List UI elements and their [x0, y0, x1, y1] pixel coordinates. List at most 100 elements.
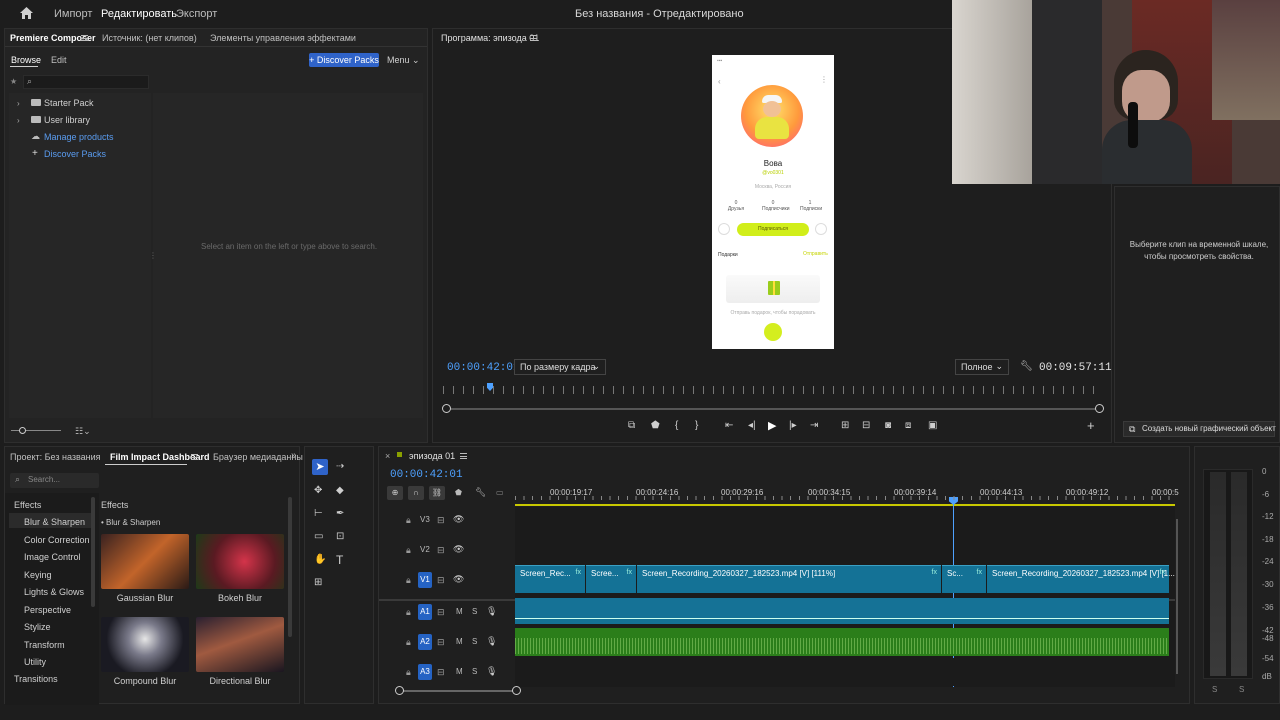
- view-options-icon[interactable]: ☷⌄: [75, 426, 91, 437]
- category-transitions[interactable]: Transitions: [14, 674, 58, 684]
- category-lights-glows[interactable]: Lights & Glows: [24, 587, 84, 597]
- step-back-icon[interactable]: ◂|: [748, 420, 756, 431]
- solo-button[interactable]: S: [472, 637, 477, 646]
- track-label-a1[interactable]: A1: [418, 604, 432, 620]
- fit-select[interactable]: По размеру кадра ⌄: [514, 359, 606, 375]
- menu-button[interactable]: Menu ⌄: [387, 55, 420, 66]
- hand-tool-icon[interactable]: ✋: [314, 554, 326, 565]
- track-label-v3[interactable]: V3: [420, 515, 430, 524]
- marker-icon[interactable]: ⬟: [651, 420, 660, 431]
- hscroll-handle-left[interactable]: [395, 686, 404, 695]
- category-scrollbar[interactable]: [91, 497, 95, 607]
- mute-button[interactable]: M: [456, 667, 463, 676]
- zoom-slider-handle[interactable]: [19, 427, 26, 434]
- close-tab-icon[interactable]: ×: [385, 451, 390, 461]
- tree-starter-pack[interactable]: Starter Pack: [44, 98, 94, 108]
- timeline-hscroll[interactable]: [399, 690, 517, 692]
- hscroll-handle-right[interactable]: [512, 686, 521, 695]
- video-clip[interactable]: Screen_Recording_20260327_182523.mp4 [V]…: [987, 565, 1175, 593]
- type-tool-icon[interactable]: T: [336, 553, 343, 567]
- tab-effect-controls[interactable]: Элементы управления эффектами: [210, 33, 356, 43]
- category-perspective[interactable]: Perspective: [24, 605, 71, 615]
- tab-browse[interactable]: Browse: [11, 55, 41, 65]
- razor-tool-icon[interactable]: ◆: [336, 485, 344, 496]
- step-forward-icon[interactable]: |▸: [789, 420, 797, 431]
- home-icon[interactable]: [20, 7, 33, 19]
- lock-icon[interactable]: 🔒︎: [406, 637, 411, 648]
- microphone-icon[interactable]: 🎙︎: [486, 636, 497, 647]
- program-scrollbar[interactable]: [447, 408, 1099, 410]
- tab-project[interactable]: Проект: Без названия: [10, 452, 101, 462]
- category-color-correction[interactable]: Color Correction: [24, 535, 90, 545]
- create-graphic-button[interactable]: ⧉ Создать новый графический объект: [1123, 421, 1276, 437]
- go-to-out-icon[interactable]: ⇥: [810, 420, 818, 431]
- program-tab[interactable]: Программа: эпизода 01: [441, 33, 539, 43]
- nest-icon[interactable]: ⊕: [387, 486, 403, 500]
- mute-button[interactable]: M: [456, 637, 463, 646]
- video-clip[interactable]: Sc... fx: [942, 565, 986, 593]
- tree-manage-products[interactable]: Manage products: [44, 132, 114, 142]
- video-clip[interactable]: Screen_Recording_20260327_182523.mp4 [V]…: [637, 565, 941, 593]
- tree-user-library[interactable]: User library: [44, 115, 90, 125]
- audio-clip-a1[interactable]: [515, 598, 1169, 624]
- chevron-right-icon[interactable]: ›: [17, 99, 20, 108]
- program-timecode[interactable]: 00:00:42:01: [447, 362, 520, 374]
- menu-edit[interactable]: Редактировать: [101, 8, 177, 20]
- thumb-gaussian-blur[interactable]: [101, 534, 189, 589]
- search-input[interactable]: ⌕: [23, 75, 149, 89]
- panel-menu-icon[interactable]: [81, 35, 88, 41]
- thumb-compound-blur[interactable]: [101, 617, 189, 672]
- play-icon[interactable]: ▶: [768, 419, 776, 432]
- category-image-control[interactable]: Image Control: [24, 552, 81, 562]
- rectangle-tool-icon[interactable]: ▭: [314, 531, 323, 542]
- tree-discover-packs[interactable]: Discover Packs: [44, 149, 106, 159]
- category-transform[interactable]: Transform: [24, 640, 65, 650]
- go-to-in-icon[interactable]: ⇤: [725, 420, 733, 431]
- panel-menu-icon[interactable]: [191, 454, 198, 460]
- discover-packs-button[interactable]: + Discover Packs: [309, 53, 379, 67]
- extract-icon[interactable]: ⊟: [862, 420, 870, 431]
- lock-icon[interactable]: 🔒︎: [406, 667, 411, 678]
- category-utility[interactable]: Utility: [24, 657, 46, 667]
- chevron-right-icon[interactable]: ›: [17, 116, 20, 125]
- effects-search-input[interactable]: ⌕ Search...: [10, 473, 99, 488]
- tab-media-browser[interactable]: Браузер медиаданны: [213, 452, 303, 462]
- captions-tool-icon[interactable]: ⊞: [314, 577, 322, 588]
- crop-tool-icon[interactable]: ⊡: [336, 531, 344, 542]
- scroll-handle-left[interactable]: [442, 404, 451, 413]
- category-blur-sharpen[interactable]: Blur & Sharpen: [24, 517, 85, 527]
- sync-lock-icon[interactable]: ⊟: [437, 637, 445, 648]
- category-effects[interactable]: Effects: [14, 500, 41, 510]
- settings-wrench-icon[interactable]: 🔧︎: [475, 487, 486, 498]
- mute-button[interactable]: M: [456, 607, 463, 616]
- microphone-icon[interactable]: 🎙︎: [486, 666, 497, 677]
- tab-edit[interactable]: Edit: [51, 55, 67, 65]
- timeline-vscroll[interactable]: [1176, 519, 1178, 674]
- panel-menu-icon[interactable]: [460, 453, 467, 459]
- pen-tool-icon[interactable]: ✒: [336, 508, 344, 519]
- work-area-bar[interactable]: [515, 504, 1175, 506]
- sync-lock-icon[interactable]: ⊟: [437, 515, 445, 526]
- eye-icon[interactable]: 👁︎: [453, 544, 464, 555]
- solo-button[interactable]: S: [472, 607, 477, 616]
- thumb-bokeh-blur[interactable]: [196, 534, 284, 589]
- lock-icon[interactable]: 🔒︎: [406, 575, 411, 586]
- solo-button[interactable]: S: [472, 667, 477, 676]
- captions-icon[interactable]: ▭: [496, 488, 504, 497]
- lift-icon[interactable]: ⊞: [841, 420, 849, 431]
- solo-left[interactable]: S: [1212, 685, 1217, 694]
- linked-selection-icon[interactable]: ⛓: [429, 486, 445, 500]
- sync-lock-icon[interactable]: ⊟: [437, 667, 445, 678]
- track-label-a3[interactable]: A3: [418, 664, 432, 680]
- video-clip[interactable]: Screen_Rec... fx: [515, 565, 585, 593]
- track-label-v2[interactable]: V2: [420, 545, 430, 554]
- microphone-icon[interactable]: 🎙︎: [486, 606, 497, 617]
- category-keying[interactable]: Keying: [24, 570, 52, 580]
- timeline-timecode[interactable]: 00:00:42:01: [390, 469, 463, 481]
- snap-icon[interactable]: ∩: [408, 486, 424, 500]
- wrench-icon[interactable]: 🔧︎: [1020, 361, 1033, 372]
- sync-lock-icon[interactable]: ⊟: [437, 607, 445, 618]
- program-ruler[interactable]: [443, 386, 1101, 394]
- resize-handle[interactable]: ⋮: [149, 251, 157, 260]
- eye-icon[interactable]: 👁︎: [453, 514, 464, 525]
